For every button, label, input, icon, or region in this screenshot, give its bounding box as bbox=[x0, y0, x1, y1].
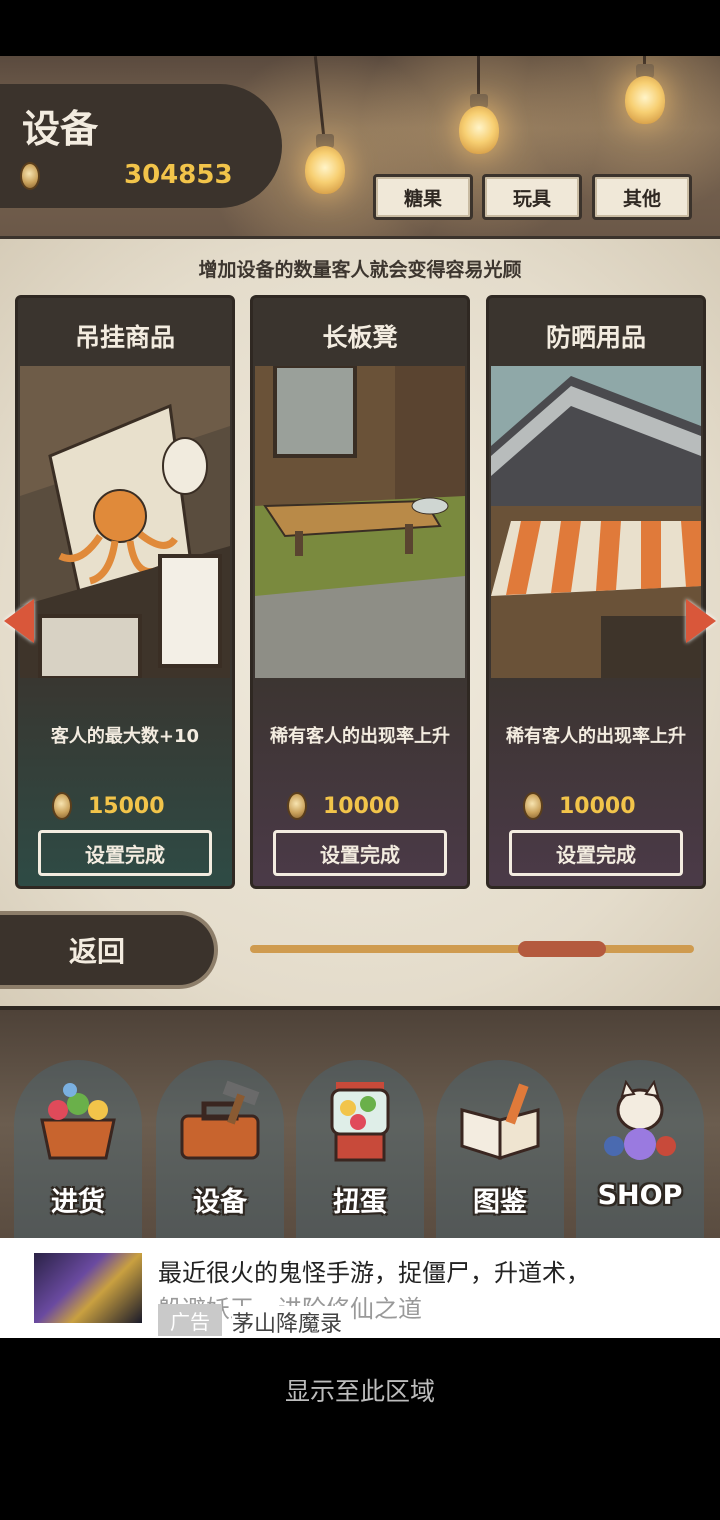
nav-label: 进货 bbox=[51, 1187, 105, 1218]
ad-banner[interactable]: 最近很火的鬼怪手游，捉僵尸，升道术， 躲避妖王，进阶修仙之道 广告 茅山降魔录 bbox=[0, 1238, 720, 1338]
page-scroll-track[interactable] bbox=[250, 945, 694, 953]
card-title: 防晒用品 bbox=[545, 323, 646, 352]
sunshade-image bbox=[491, 366, 701, 678]
page-scroll-thumb[interactable] bbox=[518, 941, 606, 957]
bottom-nav: 进货 设备 扭蛋 图鉴 SHOP bbox=[0, 1006, 720, 1242]
nav-gacha[interactable]: 扭蛋 bbox=[296, 1060, 424, 1242]
light-bulb-icon bbox=[459, 106, 499, 154]
ad-headline: 最近很火的鬼怪手游，捉僵尸，升道术， bbox=[158, 1259, 590, 1287]
ad-tag: 广告 bbox=[158, 1304, 222, 1336]
equipment-card-sunshade[interactable]: 防晒用品 稀有客人的出现率上升 10000 设置完成 bbox=[486, 295, 706, 889]
price-row: 15000 bbox=[52, 792, 165, 820]
lamp-wire bbox=[313, 56, 326, 136]
nav-label: 设备 bbox=[193, 1187, 247, 1218]
setup-complete-button[interactable]: 设置完成 bbox=[273, 830, 447, 876]
coin-icon bbox=[287, 792, 307, 820]
tab-candy[interactable]: 糖果 bbox=[373, 174, 473, 220]
nav-encyclopedia[interactable]: 图鉴 bbox=[436, 1060, 564, 1242]
setup-complete-button[interactable]: 设置完成 bbox=[38, 830, 212, 876]
coin-icon bbox=[20, 162, 40, 190]
page-title: 设备 bbox=[22, 107, 99, 151]
equipment-panel: 增加设备的数量客人就会变得容易光顾 吊挂商品 客人的最大数+10 15000 设… bbox=[0, 236, 720, 1006]
coin-icon bbox=[523, 792, 543, 820]
ad-source: 茅山降魔录 bbox=[232, 1306, 351, 1338]
tab-toys[interactable]: 玩具 bbox=[482, 174, 582, 220]
card-effect: 客人的最大数+10 bbox=[50, 726, 200, 747]
equipment-card-hanging-goods[interactable]: 吊挂商品 客人的最大数+10 15000 设置完成 bbox=[15, 295, 235, 889]
nav-label: SHOP bbox=[597, 1180, 683, 1211]
info-text: 增加设备的数量客人就会变得容易光顾 bbox=[198, 259, 522, 281]
arrow-left-icon[interactable] bbox=[4, 599, 34, 643]
status-bar bbox=[0, 0, 720, 56]
nav-stock[interactable]: 进货 bbox=[14, 1060, 142, 1242]
lamp-wire bbox=[477, 56, 480, 96]
card-price: 15000 bbox=[88, 793, 165, 819]
card-price: 10000 bbox=[559, 793, 636, 819]
nav-equipment[interactable]: 设备 bbox=[156, 1060, 284, 1242]
coin-balance: 304853 bbox=[124, 160, 233, 190]
hanging-goods-image bbox=[20, 366, 230, 678]
display-area-label: 显示至此区域 bbox=[284, 1377, 435, 1406]
tab-other[interactable]: 其他 bbox=[592, 174, 692, 220]
nav-label: 扭蛋 bbox=[333, 1187, 387, 1218]
ad-image bbox=[34, 1253, 142, 1323]
book-icon bbox=[460, 1083, 540, 1161]
arrow-right-icon[interactable] bbox=[686, 599, 716, 643]
nav-label: 图鉴 bbox=[473, 1187, 527, 1218]
equipment-card-bench[interactable]: 长板凳 稀有客人的出现率上升 10000 设置完成 bbox=[250, 295, 470, 889]
header: 设备 304853 糖果 玩具 其他 bbox=[0, 56, 720, 236]
back-button[interactable]: 返回 bbox=[0, 911, 218, 989]
price-row: 10000 bbox=[287, 792, 400, 820]
nav-shop[interactable]: SHOP bbox=[576, 1060, 704, 1242]
card-title: 吊挂商品 bbox=[74, 323, 175, 352]
setup-complete-button[interactable]: 设置完成 bbox=[509, 830, 683, 876]
light-bulb-icon bbox=[305, 146, 345, 194]
card-effect: 稀有客人的出现率上升 bbox=[506, 726, 686, 747]
gacha-machine-icon bbox=[330, 1082, 390, 1162]
bench-image bbox=[255, 366, 465, 678]
card-title: 长板凳 bbox=[322, 323, 398, 352]
lucky-cat-icon bbox=[604, 1080, 676, 1160]
title-panel: 设备 304853 bbox=[0, 84, 282, 208]
toolbox-icon bbox=[180, 1080, 260, 1160]
price-row: 10000 bbox=[523, 792, 636, 820]
basket-icon bbox=[40, 1083, 116, 1160]
coin-icon bbox=[52, 792, 72, 820]
light-bulb-icon bbox=[625, 76, 665, 124]
card-effect: 稀有客人的出现率上升 bbox=[270, 726, 450, 747]
card-price: 10000 bbox=[323, 793, 400, 819]
